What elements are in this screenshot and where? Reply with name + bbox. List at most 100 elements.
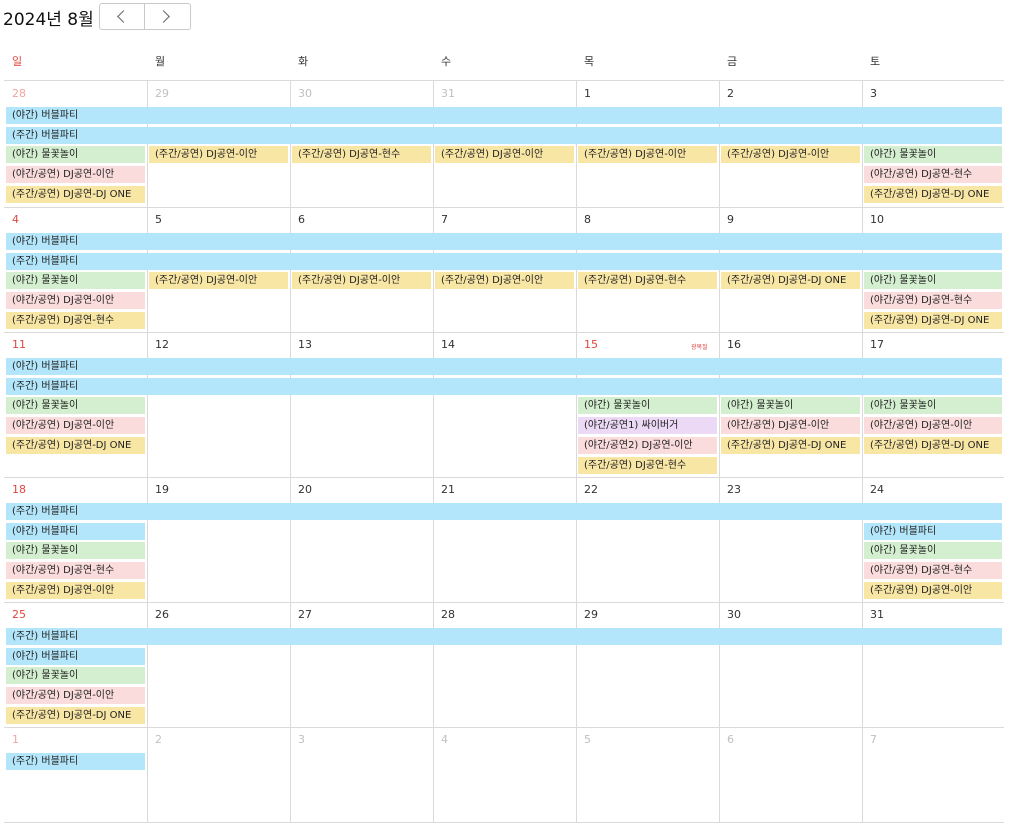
calendar-event[interactable]: (주간/공연) DJ공연-DJ ONE bbox=[6, 437, 145, 454]
calendar-event[interactable]: (주간/공연) DJ공연-이안 bbox=[435, 146, 574, 163]
calendar-event[interactable]: (주간/공연) DJ공연-이안 bbox=[721, 146, 860, 163]
calendar-event[interactable]: (야간/공연) DJ공연-이안 bbox=[864, 417, 1002, 434]
calendar-event[interactable]: (야간/공연1) 싸이버거 bbox=[578, 417, 717, 434]
day-number[interactable]: 1 bbox=[584, 87, 591, 100]
calendar-event[interactable]: (주간/공연) DJ공연-이안 bbox=[864, 582, 1002, 599]
calendar-event[interactable]: (야간/공연) DJ공연-이안 bbox=[6, 687, 145, 704]
day-number[interactable]: 4 bbox=[12, 213, 19, 226]
calendar-event[interactable]: (주간/공연) DJ공연-현수 bbox=[6, 312, 145, 329]
calendar-event[interactable]: (주간) 버블파티 bbox=[6, 628, 1002, 645]
day-number[interactable]: 9 bbox=[727, 213, 734, 226]
day-number[interactable]: 3 bbox=[870, 87, 877, 100]
calendar-event[interactable]: (주간/공연) DJ공연-이안 bbox=[6, 582, 145, 599]
day-number[interactable]: 20 bbox=[298, 483, 312, 496]
calendar-event[interactable]: (야간) 물꽃놀이 bbox=[6, 667, 145, 684]
calendar-event[interactable]: (주간/공연) DJ공연-DJ ONE bbox=[6, 186, 145, 203]
day-number[interactable]: 19 bbox=[155, 483, 169, 496]
calendar-event[interactable]: (주간/공연) DJ공연-현수 bbox=[292, 146, 431, 163]
day-number[interactable]: 12 bbox=[155, 338, 169, 351]
day-number[interactable]: 10 bbox=[870, 213, 884, 226]
calendar-event[interactable]: (야간) 물꽃놀이 bbox=[6, 272, 145, 289]
day-number[interactable]: 7 bbox=[870, 733, 877, 746]
day-number[interactable]: 5 bbox=[155, 213, 162, 226]
calendar-event[interactable]: (야간) 버블파티 bbox=[6, 523, 145, 540]
calendar-event[interactable]: (주간/공연) DJ공연-이안 bbox=[578, 146, 717, 163]
next-month-button[interactable] bbox=[145, 3, 191, 30]
day-number[interactable]: 8 bbox=[584, 213, 591, 226]
calendar-event[interactable]: (야간) 물꽃놀이 bbox=[6, 542, 145, 559]
day-number[interactable]: 29 bbox=[584, 608, 598, 621]
calendar-event[interactable]: (주간/공연) DJ공연-이안 bbox=[292, 272, 431, 289]
day-number[interactable]: 29 bbox=[155, 87, 169, 100]
day-number[interactable]: 28 bbox=[12, 87, 26, 100]
calendar-event[interactable]: (주간/공연) DJ공연-이안 bbox=[149, 146, 288, 163]
day-number[interactable]: 17 bbox=[870, 338, 884, 351]
day-number[interactable]: 23 bbox=[727, 483, 741, 496]
calendar-event[interactable]: (야간/공연) DJ공연-현수 bbox=[864, 562, 1002, 579]
calendar-event[interactable]: (주간) 버블파티 bbox=[6, 503, 1002, 520]
calendar-event[interactable]: (야간/공연) DJ공연-이안 bbox=[6, 166, 145, 183]
calendar-event[interactable]: (주간) 버블파티 bbox=[6, 378, 1002, 395]
calendar-event[interactable]: (주간) 버블파티 bbox=[6, 127, 1002, 144]
day-number[interactable]: 15 bbox=[584, 338, 598, 351]
calendar-event[interactable]: (주간/공연) DJ공연-현수 bbox=[578, 272, 717, 289]
calendar-event[interactable]: (야간) 버블파티 bbox=[6, 233, 1002, 250]
day-number[interactable]: 3 bbox=[298, 733, 305, 746]
calendar-event[interactable]: (주간/공연) DJ공연-이안 bbox=[149, 272, 288, 289]
calendar-event[interactable]: (야간/공연) DJ공연-현수 bbox=[864, 292, 1002, 309]
calendar-event[interactable]: (야간) 물꽃놀이 bbox=[864, 272, 1002, 289]
prev-month-button[interactable] bbox=[99, 3, 145, 30]
calendar-event[interactable]: (주간/공연) DJ공연-DJ ONE bbox=[721, 272, 860, 289]
day-number[interactable]: 5 bbox=[584, 733, 591, 746]
day-number[interactable]: 1 bbox=[12, 733, 19, 746]
calendar-event[interactable]: (주간) 버블파티 bbox=[6, 753, 145, 770]
calendar-event[interactable]: (야간/공연) DJ공연-이안 bbox=[6, 417, 145, 434]
day-number[interactable]: 27 bbox=[298, 608, 312, 621]
day-number[interactable]: 11 bbox=[12, 338, 26, 351]
calendar-event[interactable]: (야간) 물꽃놀이 bbox=[578, 397, 717, 414]
calendar-event[interactable]: (야간) 물꽃놀이 bbox=[721, 397, 860, 414]
calendar-event[interactable]: (야간) 물꽃놀이 bbox=[864, 542, 1002, 559]
calendar-event[interactable]: (야간) 버블파티 bbox=[864, 523, 1002, 540]
calendar-event[interactable]: (야간) 버블파티 bbox=[6, 648, 145, 665]
calendar-event[interactable]: (야간/공연) DJ공연-이안 bbox=[721, 417, 860, 434]
day-number[interactable]: 14 bbox=[441, 338, 455, 351]
day-number[interactable]: 30 bbox=[298, 87, 312, 100]
calendar-event[interactable]: (야간/공연) DJ공연-이안 bbox=[6, 292, 145, 309]
calendar-event[interactable]: (야간) 물꽃놀이 bbox=[6, 146, 145, 163]
calendar-event[interactable]: (야간) 버블파티 bbox=[6, 107, 1002, 124]
calendar-event[interactable]: (야간/공연) DJ공연-현수 bbox=[864, 166, 1002, 183]
day-number[interactable]: 2 bbox=[727, 87, 734, 100]
calendar-event[interactable]: (주간/공연) DJ공연-이안 bbox=[435, 272, 574, 289]
calendar-event[interactable]: (주간/공연) DJ공연-현수 bbox=[578, 457, 717, 474]
day-number[interactable]: 25 bbox=[12, 608, 26, 621]
calendar-event[interactable]: (주간/공연) DJ공연-DJ ONE bbox=[864, 437, 1002, 454]
day-number[interactable]: 21 bbox=[441, 483, 455, 496]
calendar-event[interactable]: (주간/공연) DJ공연-DJ ONE bbox=[864, 186, 1002, 203]
calendar-event[interactable]: (주간) 버블파티 bbox=[6, 253, 1002, 270]
day-number[interactable]: 30 bbox=[727, 608, 741, 621]
calendar-event[interactable]: (야간/공연2) DJ공연-이안 bbox=[578, 437, 717, 454]
calendar-event[interactable]: (야간) 물꽃놀이 bbox=[6, 397, 145, 414]
calendar-event[interactable]: (주간/공연) DJ공연-DJ ONE bbox=[864, 312, 1002, 329]
day-number[interactable]: 31 bbox=[441, 87, 455, 100]
calendar-event[interactable]: (주간/공연) DJ공연-DJ ONE bbox=[721, 437, 860, 454]
day-number[interactable]: 6 bbox=[298, 213, 305, 226]
day-number[interactable]: 4 bbox=[441, 733, 448, 746]
day-number[interactable]: 22 bbox=[584, 483, 598, 496]
day-number[interactable]: 18 bbox=[12, 483, 26, 496]
day-number[interactable]: 26 bbox=[155, 608, 169, 621]
day-number[interactable]: 6 bbox=[727, 733, 734, 746]
calendar-event[interactable]: (야간) 물꽃놀이 bbox=[864, 146, 1002, 163]
calendar-event[interactable]: (주간/공연) DJ공연-DJ ONE bbox=[6, 707, 145, 724]
day-number[interactable]: 7 bbox=[441, 213, 448, 226]
day-number[interactable]: 13 bbox=[298, 338, 312, 351]
day-number[interactable]: 31 bbox=[870, 608, 884, 621]
calendar-event[interactable]: (야간) 버블파티 bbox=[6, 358, 1002, 375]
day-number[interactable]: 2 bbox=[155, 733, 162, 746]
day-number[interactable]: 28 bbox=[441, 608, 455, 621]
calendar-event[interactable]: (야간/공연) DJ공연-현수 bbox=[6, 562, 145, 579]
calendar-event[interactable]: (야간) 물꽃놀이 bbox=[864, 397, 1002, 414]
day-number[interactable]: 24 bbox=[870, 483, 884, 496]
day-number[interactable]: 16 bbox=[727, 338, 741, 351]
